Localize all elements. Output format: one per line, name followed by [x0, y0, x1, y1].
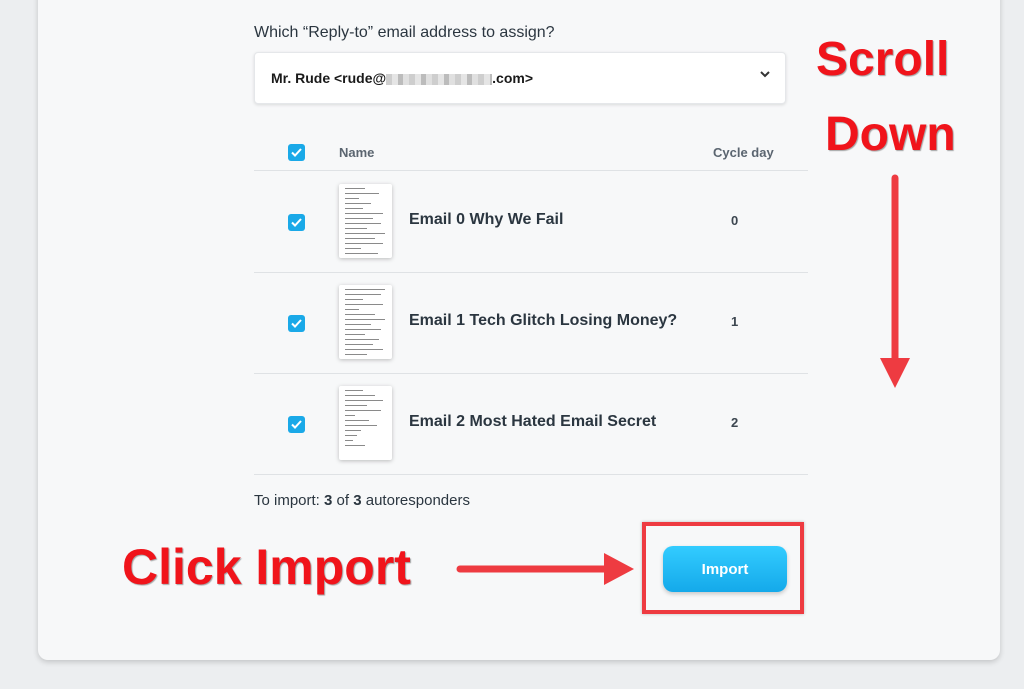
annotation-arrows	[456, 174, 910, 585]
arrow-down-icon	[880, 174, 910, 388]
arrow-right-icon	[456, 553, 634, 585]
